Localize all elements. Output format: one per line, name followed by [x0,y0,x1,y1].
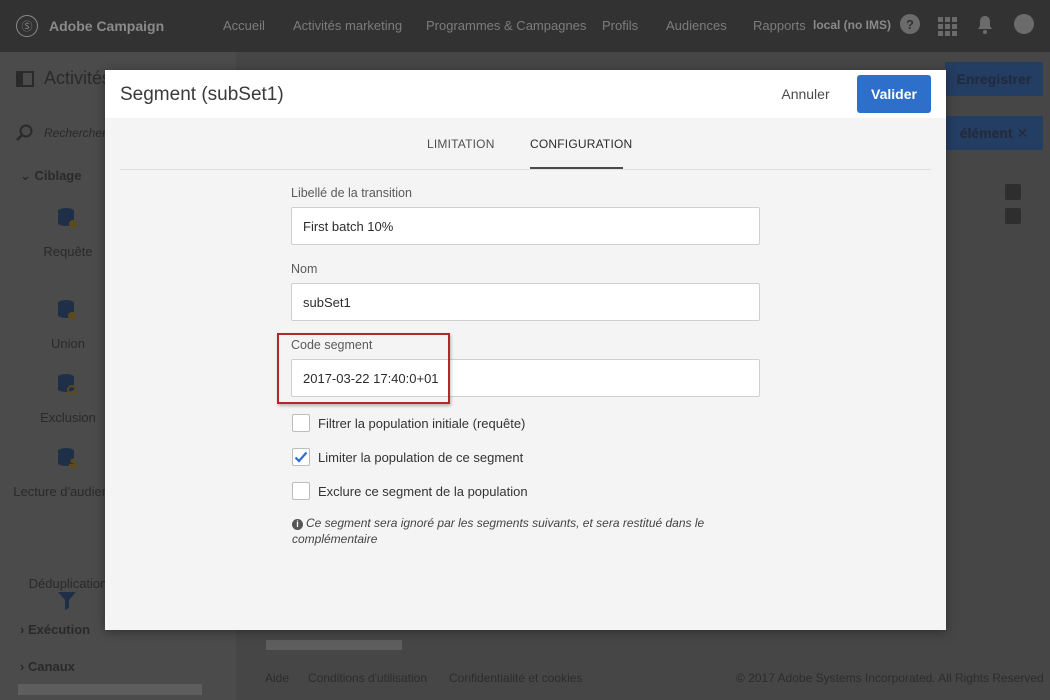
segment-note-text: Ce segment sera ignoré par les segments … [292,516,705,546]
top-bar: Ⓢ Adobe Campaign Accueil Activités marke… [0,0,1050,52]
element-button-bg[interactable]: élément ✕ [945,116,1043,150]
database-query-icon [58,208,77,228]
segment-note: i Ce segment sera ignoré par les segments… [292,515,712,547]
segment-code-label: Code segment [291,338,373,352]
canvas-scrollbar[interactable] [266,640,402,650]
help-icon[interactable]: ? [900,14,920,34]
info-icon: i [292,518,303,530]
element-button-label: élément [959,125,1013,141]
cancel-button[interactable]: Annuler [769,75,842,113]
filter-initial-population-label: Filtrer la population initiale (requête) [318,415,526,431]
dialog-tabs: LIMITATION CONFIGURATION [120,118,931,170]
transition-label-input[interactable] [291,207,760,245]
section-ciblage[interactable]: ⌄ Ciblage [20,168,81,184]
exclude-segment-option[interactable]: Exclure ce segment de la population [292,482,528,500]
app-logo[interactable]: Ⓢ Adobe Campaign [16,15,216,37]
nav-item-activites-marketing[interactable]: Activités marketing [293,18,402,33]
name-label: Nom [291,262,318,276]
tab-configuration[interactable]: CONFIGURATION [530,137,632,151]
adobe-campaign-logo-icon: Ⓢ [16,15,38,37]
section-canaux[interactable]: › Canaux [20,659,75,674]
validate-button[interactable]: Valider [857,75,931,113]
save-button-bg[interactable]: Enregistrer [945,62,1043,96]
filter-initial-population-option[interactable]: Filtrer la population initiale (requête) [292,414,525,432]
section-canaux-label: Canaux [27,659,75,674]
panel-toggle-icon[interactable] [16,71,34,87]
transition-label-label: Libellé de la transition [291,186,412,200]
nav-item-programmes-campagnes[interactable]: Programmes & Campagnes [426,18,586,33]
activities-title: Activités [44,68,112,88]
filter-initial-population-checkbox[interactable] [292,414,310,432]
bell-icon[interactable] [976,15,994,38]
footer-aide[interactable]: Aide [265,671,289,685]
database-audience-icon [58,448,77,468]
segment-code-input[interactable] [291,359,760,397]
exclude-segment-label: Exclure ce segment de la population [318,483,528,499]
database-union-icon [58,300,76,320]
panel-scrollbar[interactable] [18,684,202,695]
nav-item-profils[interactable]: Profils [602,18,638,33]
exclude-segment-checkbox[interactable] [292,482,310,500]
section-execution[interactable]: › Exécution [20,622,90,637]
dialog-title: Segment (subSet1) [120,84,284,105]
instance-label[interactable]: local (no IMS) [813,18,891,32]
zoom-in-icon[interactable] [1005,184,1021,200]
apps-grid-icon[interactable] [938,17,957,36]
tab-limitation[interactable]: LIMITATION [427,137,495,151]
segment-dialog: Segment (subSet1) Annuler Valider LIMITA… [105,70,946,630]
funnel-icon [58,592,76,610]
zoom-out-icon[interactable] [1005,208,1021,224]
nav-item-audiences[interactable]: Audiences [666,18,727,33]
section-ciblage-label: Ciblage [34,168,82,183]
section-execution-label: Exécution [27,622,91,637]
limit-population-checkbox[interactable] [292,448,310,466]
name-input[interactable] [291,283,760,321]
active-tab-indicator [530,167,623,169]
footer-conditions[interactable]: Conditions d'utilisation [308,671,427,685]
limit-population-option[interactable]: Limiter la population de ce segment [292,448,523,466]
app-name: Adobe Campaign [49,18,165,34]
search-icon [16,124,33,141]
user-avatar[interactable] [1014,14,1034,34]
nav-item-accueil[interactable]: Accueil [223,18,265,33]
nav-item-rapports[interactable]: Rapports [753,18,806,33]
dialog-header: Segment (subSet1) Annuler Valider [105,70,946,118]
footer-copyright: © 2017 Adobe Systems Incorporated. All R… [736,671,1044,685]
checkmark-icon [294,451,308,463]
database-exclusion-icon [58,374,77,395]
limit-population-label: Limiter la population de ce segment [318,449,524,465]
footer-confidentialite[interactable]: Confidentialité et cookies [449,671,582,685]
